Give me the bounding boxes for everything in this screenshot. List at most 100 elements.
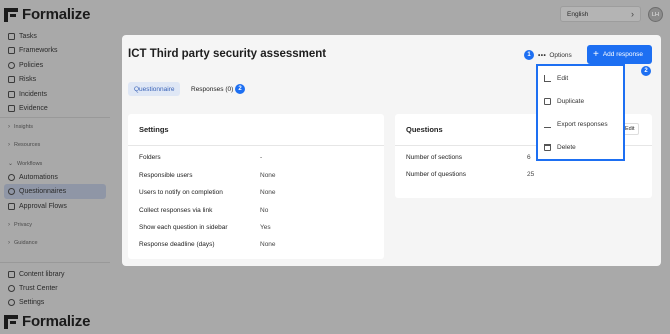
setting-value: Yes — [260, 224, 271, 231]
menu-item-label: Export responses — [557, 120, 608, 128]
sidebar-group-resources[interactable]: › Resources — [8, 142, 40, 148]
sidebar-item-label: Questionnaires — [19, 188, 67, 195]
tab-label: Questionnaire — [134, 85, 175, 93]
sidebar-item-label: Trust Center — [19, 285, 58, 292]
sidebar-item-label: Incidents — [19, 91, 48, 98]
sidebar-group-guidance[interactable]: › Guidance — [8, 240, 38, 246]
questions-title: Questions — [406, 125, 443, 134]
app-logo-bottom[interactable]: Formalize — [4, 313, 90, 330]
sidebar-item-label: Policies — [19, 62, 44, 69]
sidebar-item-settings[interactable]: Settings — [4, 295, 106, 310]
sidebar-item-label: Risks — [19, 76, 37, 83]
sidebar-item-label: Content library — [19, 271, 65, 278]
sidebar-item-questionnaires[interactable]: Questionnaires — [4, 184, 106, 199]
avatar[interactable]: LH — [648, 7, 663, 22]
document-icon — [8, 105, 15, 112]
tab-questionnaire[interactable]: Questionnaire — [128, 82, 181, 96]
group-label: Insights — [14, 124, 33, 130]
setting-label: Collect responses via link — [139, 207, 213, 214]
options-button[interactable]: ••• Options — [538, 48, 572, 62]
grid-icon — [8, 47, 15, 54]
sidebar-item-trust-center[interactable]: Trust Center — [4, 281, 106, 296]
divider — [128, 145, 384, 146]
group-label: Guidance — [14, 240, 38, 246]
question-stat-value: 25 — [527, 171, 535, 178]
sidebar-item-content-library[interactable]: Content library — [4, 267, 106, 282]
app-name: Formalize — [22, 6, 91, 23]
shield-icon — [8, 62, 15, 69]
menu-item-delete[interactable]: Delete — [544, 141, 576, 153]
sidebar-item-approval-flows[interactable]: Approval Flows — [4, 199, 106, 214]
copy-icon — [544, 97, 551, 105]
sidebar-item-label: Tasks — [19, 33, 37, 40]
automation-icon — [8, 174, 15, 181]
chevron-right-icon: › — [8, 124, 10, 130]
sidebar-item-tasks[interactable]: Tasks — [4, 29, 106, 44]
app-name: Formalize — [22, 313, 91, 330]
setting-value: No — [260, 207, 269, 214]
divider — [0, 117, 110, 118]
download-icon — [544, 121, 551, 128]
options-label: Options — [549, 51, 572, 59]
chevron-down-icon: ⌄ — [8, 161, 14, 167]
incident-icon — [8, 91, 15, 98]
setting-label: Show each question in sidebar — [139, 224, 228, 231]
menu-item-edit[interactable]: Edit — [544, 72, 568, 84]
menu-item-label: Edit — [557, 74, 569, 82]
setting-label: Response deadline (days) — [139, 241, 215, 248]
logo-icon — [4, 314, 18, 329]
add-response-label: Add response — [602, 51, 643, 58]
library-icon — [8, 271, 15, 278]
warning-icon — [8, 76, 15, 83]
setting-value: - — [260, 154, 263, 161]
options-dropdown: Edit Duplicate Export responses Delete — [536, 64, 625, 161]
plus-icon: + — [593, 48, 599, 60]
sidebar-item-frameworks[interactable]: Frameworks — [4, 43, 106, 58]
settings-title: Settings — [139, 125, 169, 134]
setting-label: Responsible users — [139, 172, 193, 179]
trash-icon — [544, 143, 551, 151]
language-value: English — [567, 10, 589, 18]
setting-value: None — [260, 189, 276, 196]
questionnaire-icon — [8, 188, 15, 195]
menu-item-export-responses[interactable]: Export responses — [544, 118, 608, 130]
sidebar-group-privacy[interactable]: › Privacy — [8, 222, 32, 228]
setting-label: Users to notify on completion — [139, 189, 223, 196]
sidebar: Formalize Tasks Frameworks Policies Risk… — [0, 0, 110, 334]
page-title: ICT Third party security assessment — [128, 48, 327, 60]
sidebar-item-automations[interactable]: Automations — [4, 170, 106, 185]
sidebar-item-label: Frameworks — [19, 47, 58, 54]
logo-icon — [4, 7, 18, 22]
step-badge-2: 2 — [641, 66, 651, 76]
setting-value: None — [260, 172, 276, 179]
menu-item-label: Delete — [557, 143, 576, 151]
sidebar-item-risks[interactable]: Risks — [4, 72, 106, 87]
chevron-right-icon: › — [8, 240, 10, 246]
sidebar-item-label: Approval Flows — [19, 203, 67, 210]
group-label: Privacy — [14, 222, 33, 228]
avatar-initials: LH — [651, 11, 660, 18]
pencil-icon — [544, 74, 551, 82]
setting-label: Folders — [139, 154, 161, 161]
app-logo[interactable]: Formalize — [4, 6, 90, 23]
tab-label: Responses (0) — [191, 85, 234, 93]
divider — [0, 262, 110, 263]
sidebar-item-evidence[interactable]: Evidence — [4, 101, 106, 116]
chevron-right-icon: › — [8, 222, 10, 228]
globe-icon — [8, 285, 15, 292]
menu-item-label: Duplicate — [557, 97, 585, 105]
checkbox-icon — [8, 33, 15, 40]
menu-item-duplicate[interactable]: Duplicate — [544, 95, 584, 107]
tab-responses[interactable]: Responses (0) — [185, 82, 239, 96]
sidebar-item-label: Evidence — [19, 105, 48, 112]
sidebar-group-insights[interactable]: › Insights — [8, 124, 33, 130]
more-icon: ••• — [538, 51, 547, 59]
question-stat-value: 6 — [527, 154, 531, 161]
sidebar-item-incidents[interactable]: Incidents — [4, 87, 106, 102]
add-response-button[interactable]: + Add response — [587, 45, 652, 64]
approval-icon — [8, 203, 15, 210]
sidebar-item-policies[interactable]: Policies — [4, 58, 106, 73]
sidebar-group-workflows[interactable]: ⌄ Workflows — [8, 160, 42, 168]
language-select[interactable]: English › — [560, 6, 641, 22]
setting-value: None — [260, 241, 276, 248]
